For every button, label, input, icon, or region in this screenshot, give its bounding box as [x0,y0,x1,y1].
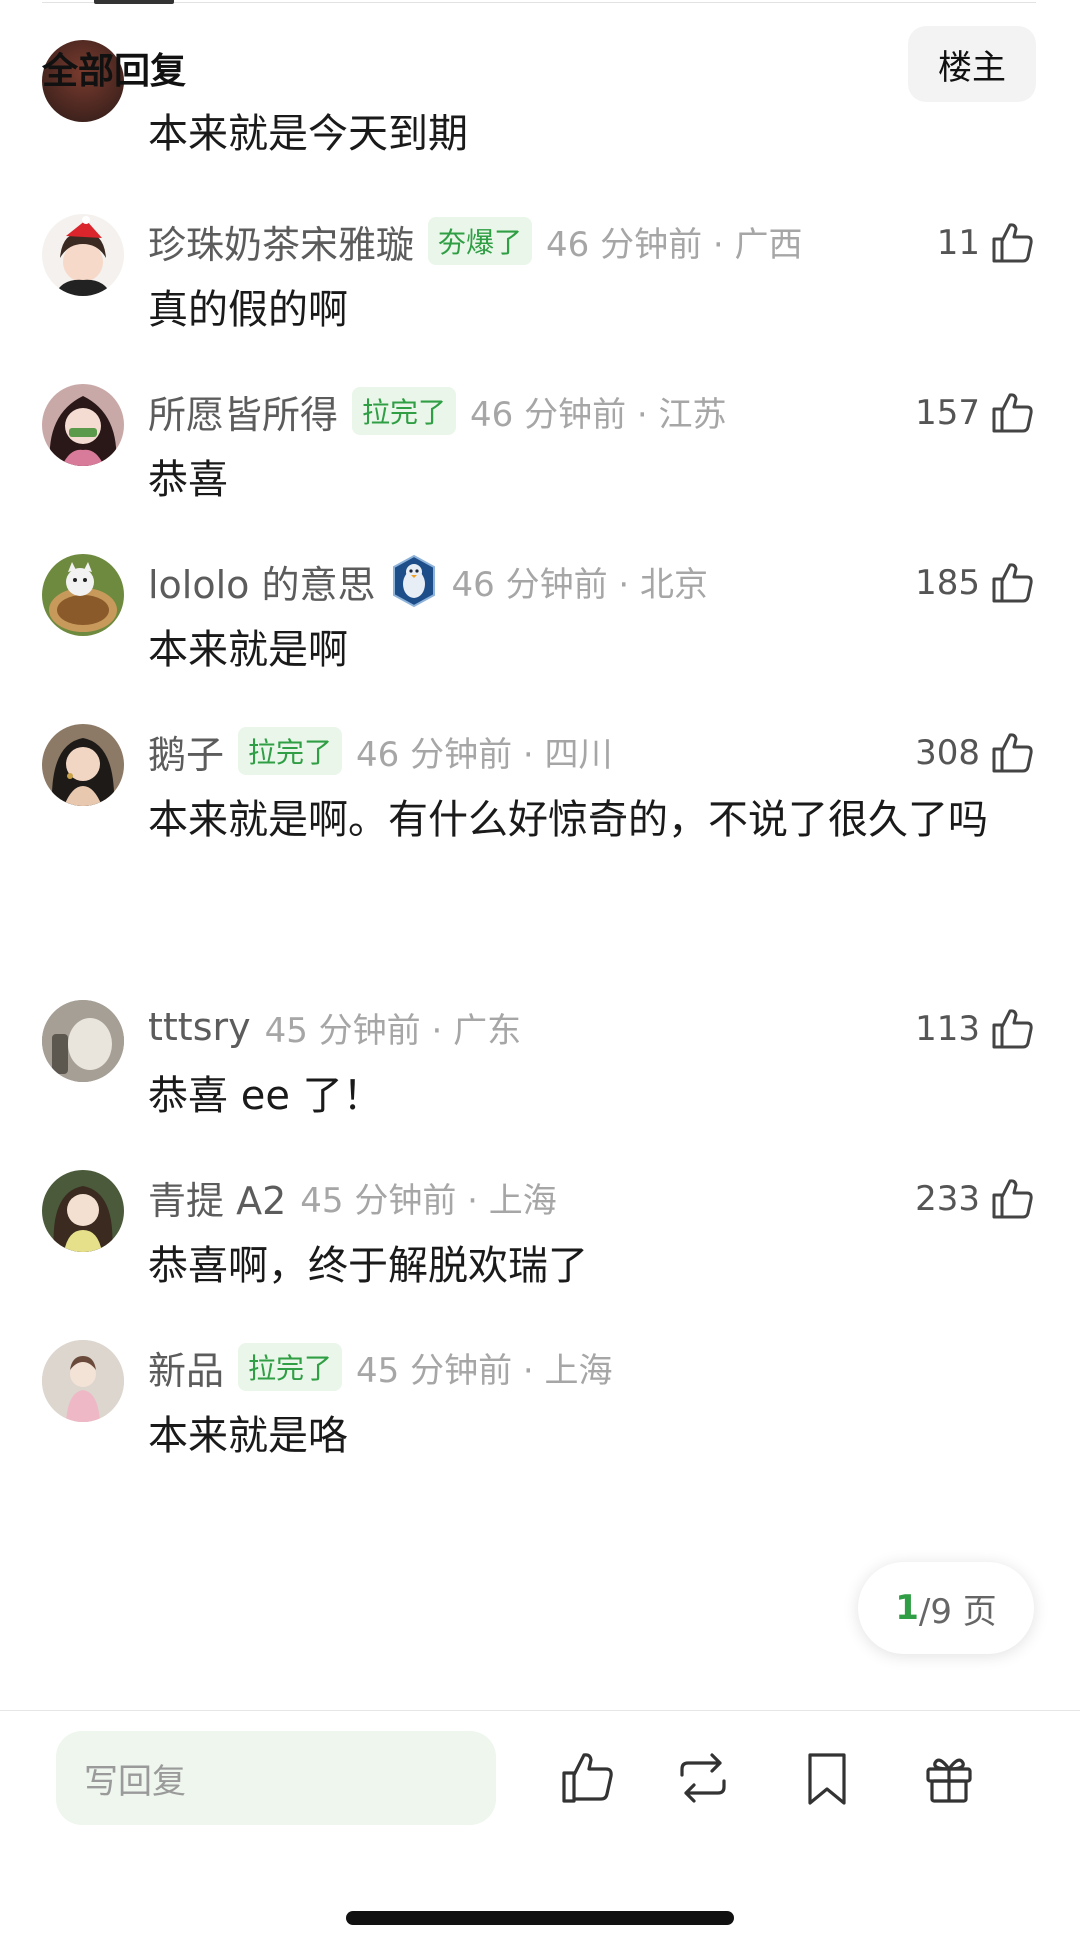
gift-icon[interactable] [918,1747,980,1809]
like-button[interactable]: 113 [915,1002,1036,1056]
bookmark-icon[interactable] [796,1747,858,1809]
thumb-up-icon [992,1009,1033,1049]
comment-meta: 所愿皆所得 拉完了 46 分钟前 · 江苏 [148,384,727,438]
bottom-action-bar: 写回复 [0,1710,1080,1948]
timestamp-location: 45 分钟前 · 广东 [264,1010,522,1051]
penguin-medal-icon [392,554,435,608]
thumb-up-icon [992,563,1033,603]
timestamp-location: 45 分钟前 · 上海 [300,1180,557,1221]
username[interactable]: 珍珠奶茶宋雅璇 [148,214,414,269]
like-button[interactable]: 308 [915,726,1036,780]
replies-header: 全部回复 楼主 [0,20,1080,110]
rank-badge: 拉完了 [352,387,457,435]
like-count: 185 [915,563,980,603]
repost-icon[interactable] [672,1747,734,1809]
comment-text: 本来就是啊。有什么好惊奇的，不说了很久了吗 [148,797,988,843]
thumb-up-icon [992,393,1033,433]
reply-input[interactable]: 写回复 [56,1731,496,1825]
comment-text: 恭喜 ee 了！ [148,1073,383,1119]
avatar[interactable] [42,554,124,636]
timestamp-location: 46 分钟前 · 四川 [356,734,613,775]
username[interactable]: 青提 A2 [148,1170,286,1225]
like-button[interactable]: 185 [915,556,1036,610]
avatar[interactable] [42,1170,124,1252]
comment-text: 本来就是啊 [148,627,348,673]
total-pages: /9 页 [918,1591,997,1632]
page-indicator[interactable]: 1/9 页 [858,1562,1034,1654]
comment-text: 恭喜啊，终于解脱欢瑞了 [148,1243,588,1289]
thumb-up-icon [992,733,1033,773]
like-button[interactable]: 11 [937,216,1036,270]
comment-meta: 鹅子 拉完了 46 分钟前 · 四川 [148,724,613,778]
home-indicator[interactable] [346,1911,734,1925]
like-count: 233 [915,1179,980,1219]
comment-meta: tttsry 45 分钟前 · 广东 [148,1000,521,1054]
op-only-button[interactable]: 楼主 [908,26,1036,102]
avatar[interactable] [42,724,124,806]
comment-meta: 青提 A2 45 分钟前 · 上海 [148,1170,557,1224]
timestamp-location: 46 分钟前 · 广西 [546,224,803,265]
thumb-up-icon [992,223,1033,263]
timestamp-location: 46 分钟前 · 北京 [451,564,709,605]
comment-text: 本来就是咯 [148,1413,348,1459]
current-page: 1 [895,1588,919,1628]
timestamp-location: 45 分钟前 · 上海 [356,1350,613,1391]
comment-meta: 珍珠奶茶宋雅璇 夯爆了 46 分钟前 · 广西 [148,214,803,268]
username[interactable]: lololo 的意思 [148,554,376,609]
comment-meta: lololo 的意思 46 分钟前 · 北京 [148,554,708,608]
avatar[interactable] [42,1000,124,1082]
username[interactable]: 所愿皆所得 [148,384,338,439]
comment-list[interactable]: 本来就是今天到期 珍珠奶茶宋雅璇 夯爆了 46 分钟前 · 广西 11 真的假的… [0,0,1080,1710]
timestamp-location: 46 分钟前 · 江苏 [470,394,727,435]
like-count: 113 [915,1009,980,1049]
rank-badge: 拉完了 [238,727,343,775]
like-count: 11 [936,223,980,263]
username[interactable]: 鹅子 [148,724,224,779]
like-button[interactable]: 157 [915,386,1036,440]
avatar[interactable] [42,1340,124,1422]
like-button[interactable]: 233 [915,1172,1036,1226]
rank-badge: 拉完了 [238,1343,343,1391]
avatar[interactable] [42,384,124,466]
comment-text: 本来就是今天到期 [148,111,468,157]
like-count: 157 [915,393,980,433]
thumb-up-icon [992,1179,1033,1219]
comment-meta: 新品 拉完了 45 分钟前 · 上海 [148,1340,613,1394]
username[interactable]: tttsry [148,1005,251,1049]
avatar[interactable] [42,214,124,296]
thumb-up-icon[interactable] [556,1747,618,1809]
like-count: 308 [915,733,980,773]
comment-text: 真的假的啊 [148,287,348,333]
page-title: 全部回复 [42,51,187,92]
comment-text: 恭喜 [148,457,228,503]
rank-badge: 夯爆了 [428,217,533,265]
username[interactable]: 新品 [148,1340,224,1395]
